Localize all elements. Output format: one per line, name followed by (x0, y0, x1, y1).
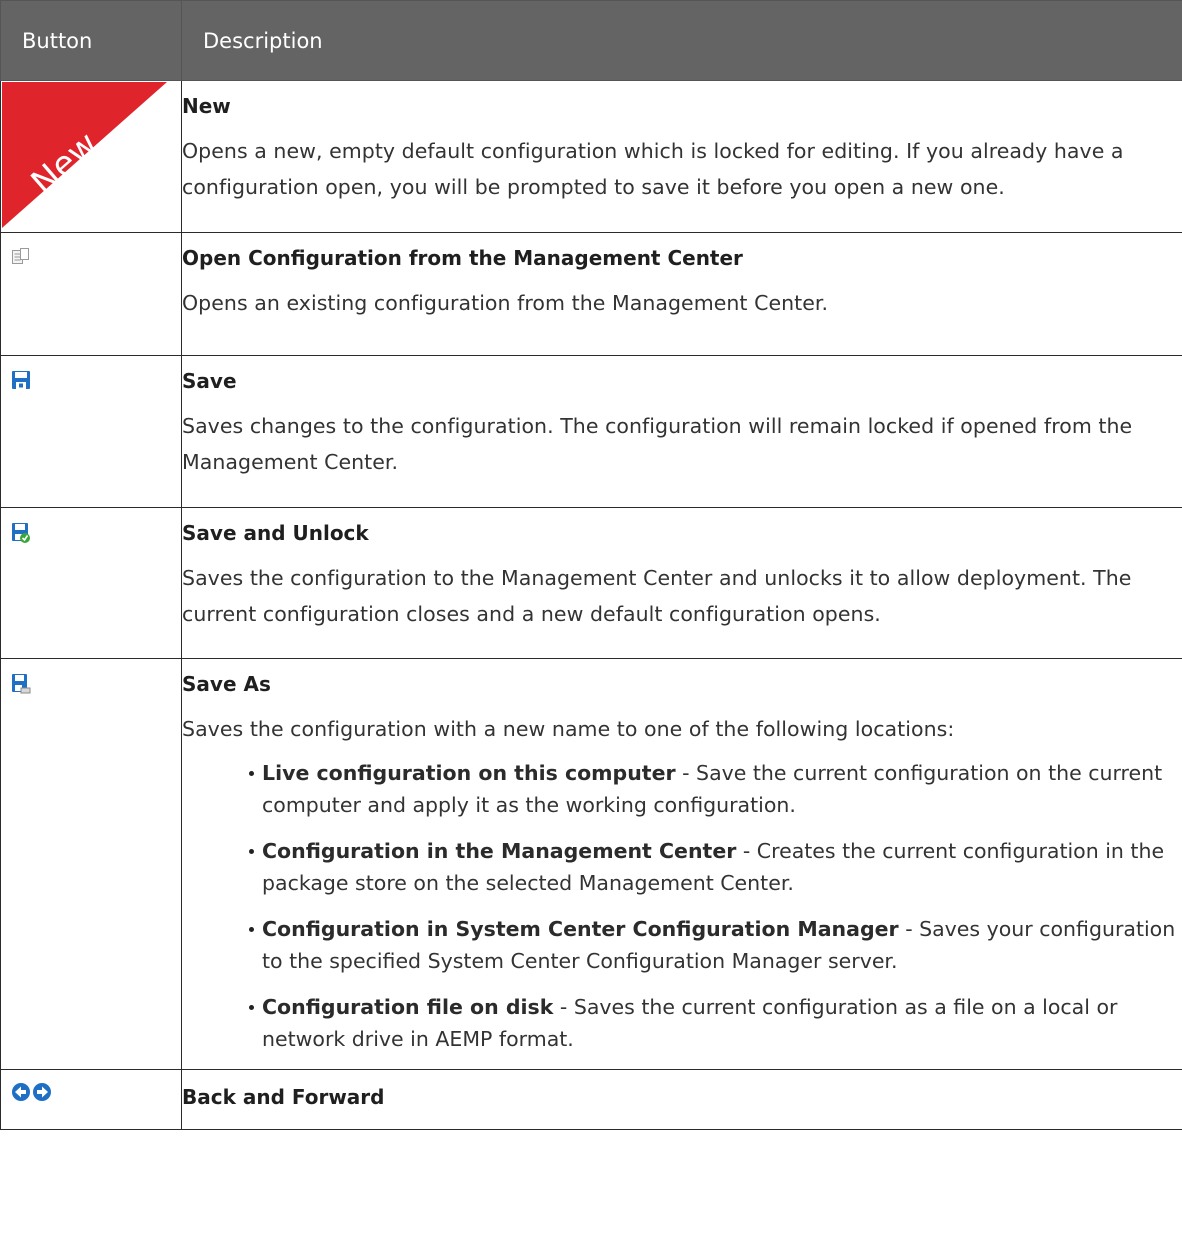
description-cell: Save As Saves the configuration with a n… (181, 658, 1182, 1070)
row-title: New (182, 94, 231, 118)
row-description: Opens an existing configuration from the… (182, 291, 829, 315)
save-and-unlock-icon[interactable] (11, 522, 31, 544)
row-description: Saves the configuration to the Managemen… (182, 566, 1132, 626)
button-cell (0, 232, 182, 356)
row-description: Opens a new, empty default configuration… (182, 139, 1124, 199)
description-cell: Save Saves changes to the configuration.… (181, 355, 1182, 508)
row-title: Save As (182, 672, 271, 696)
row-description: Saves the configuration with a new name … (182, 717, 955, 741)
option-term: Configuration in System Center Configura… (262, 917, 899, 941)
option-term: Configuration file on disk (262, 995, 554, 1019)
back-icon[interactable] (11, 1082, 31, 1102)
button-cell (0, 658, 182, 1070)
option-term: Configuration in the Management Center (262, 839, 737, 863)
table-row: Save and Unlock Saves the configuration … (0, 507, 1182, 659)
open-configuration-icon[interactable] (11, 247, 31, 267)
button-cell (0, 1069, 182, 1130)
row-description: Saves changes to the configuration. The … (182, 414, 1133, 474)
header-description: Description (181, 0, 1182, 81)
table-row: Save As Saves the configuration with a n… (0, 658, 1182, 1070)
row-title: Save and Unlock (182, 521, 369, 545)
description-cell: Back and Forward (181, 1069, 1182, 1130)
list-item: Live configuration on this computer - Sa… (249, 757, 1182, 821)
button-cell (0, 355, 182, 508)
table-row: Open Configuration from the Management C… (0, 232, 1182, 356)
row-title: Save (182, 369, 237, 393)
description-cell: Save and Unlock Saves the configuration … (181, 507, 1182, 659)
description-cell: New Opens a new, empty default configura… (181, 80, 1182, 233)
description-cell: Open Configuration from the Management C… (181, 232, 1182, 356)
row-title: Open Configuration from the Management C… (182, 246, 743, 270)
list-item: Configuration in the Management Center -… (249, 835, 1182, 899)
button-cell: New (0, 80, 182, 233)
table-row: Save Saves changes to the configuration.… (0, 355, 1182, 508)
table-row: Back and Forward (0, 1069, 1182, 1130)
table-header-row: Button Description (0, 0, 1182, 81)
save-as-icon[interactable] (11, 673, 31, 695)
table-row: New New Opens a new, empty default confi… (0, 80, 1182, 233)
forward-icon[interactable] (32, 1082, 52, 1102)
toolbar-buttons-table: Button Description New New Opens a new, … (0, 0, 1182, 1130)
save-icon[interactable] (11, 370, 31, 390)
new-ribbon-icon[interactable]: New (2, 82, 170, 230)
header-button: Button (0, 0, 182, 81)
option-term: Live configuration on this computer (262, 761, 676, 785)
list-item: Configuration file on disk - Saves the c… (249, 991, 1182, 1055)
row-title: Back and Forward (182, 1085, 385, 1109)
list-item: Configuration in System Center Configura… (249, 913, 1182, 977)
save-as-locations-list: Live configuration on this computer - Sa… (182, 757, 1182, 1055)
button-cell (0, 507, 182, 659)
